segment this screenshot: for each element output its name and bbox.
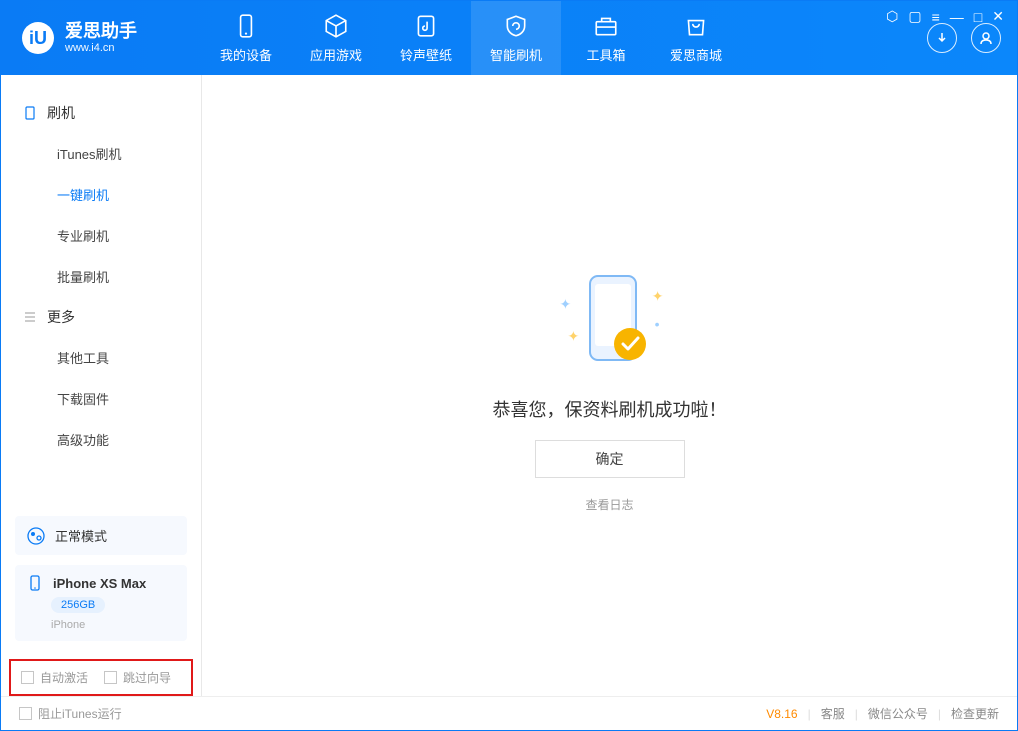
group-title: 更多	[47, 307, 75, 327]
svg-text:iU: iU	[29, 28, 47, 48]
sidebar-item-advanced[interactable]: 高级功能	[1, 419, 201, 460]
download-icon	[934, 30, 950, 46]
window-minimize-icon[interactable]: —	[950, 9, 964, 25]
window-skin-icon[interactable]: ▢	[908, 8, 921, 25]
app-url: www.i4.cn	[65, 42, 137, 54]
success-message: 恭喜您，保资料刷机成功啦！	[493, 396, 727, 422]
sidebar-item-other-tools[interactable]: 其他工具	[1, 337, 201, 378]
account-button[interactable]	[971, 23, 1001, 53]
sidebar-group-flash[interactable]: 刷机	[1, 93, 201, 133]
main-tabs: 我的设备 应用游戏 铃声壁纸 智能刷机 工具箱 爱思商城	[201, 1, 741, 75]
cube-icon	[323, 13, 349, 39]
window-close-icon[interactable]: ✕	[992, 8, 1004, 25]
user-icon	[978, 30, 994, 46]
app-logo-icon: iU	[21, 21, 55, 55]
checkbox-auto-activate[interactable]: 自动激活	[21, 669, 88, 686]
list-icon	[23, 310, 37, 324]
tab-ringtones-wallpapers[interactable]: 铃声壁纸	[381, 1, 471, 75]
version-label: V8.16	[766, 707, 797, 721]
download-manager-button[interactable]	[927, 23, 957, 53]
checkbox-skip-guide[interactable]: 跳过向导	[104, 669, 171, 686]
window-feedback-icon[interactable]: ⬡	[886, 8, 898, 25]
mode-box[interactable]: 正常模式	[15, 516, 187, 555]
device-type: iPhone	[51, 619, 175, 631]
device-icon	[233, 13, 259, 39]
options-highlight-box: 自动激活 跳过向导	[9, 659, 193, 696]
checkbox-icon	[21, 671, 34, 684]
tab-my-device[interactable]: 我的设备	[201, 1, 291, 75]
tab-smart-flash[interactable]: 智能刷机	[471, 1, 561, 75]
tab-label: 我的设备	[220, 45, 272, 64]
window-controls: ⬡ ▢ ≡ — □ ✕	[886, 8, 1004, 25]
toolbox-icon	[593, 13, 619, 39]
device-box[interactable]: iPhone XS Max 256GB iPhone	[15, 565, 187, 641]
sidebar-item-batch-flash[interactable]: 批量刷机	[1, 256, 201, 297]
group-title: 刷机	[47, 103, 75, 123]
checkbox-icon	[104, 671, 117, 684]
tab-label: 智能刷机	[490, 45, 542, 64]
window-menu-icon[interactable]: ≡	[932, 9, 940, 25]
ok-button[interactable]: 确定	[535, 440, 685, 478]
success-illustration: ✦ ✦ ✦ •	[550, 258, 670, 378]
sidebar: 刷机 iTunes刷机 一键刷机 专业刷机 批量刷机 更多 其他工具 下载固件 …	[1, 75, 202, 696]
view-log-link[interactable]: 查看日志	[585, 496, 633, 513]
sidebar-item-pro-flash[interactable]: 专业刷机	[1, 215, 201, 256]
sidebar-item-itunes-flash[interactable]: iTunes刷机	[1, 133, 201, 174]
checkbox-icon	[19, 707, 32, 720]
header: iU 爱思助手 www.i4.cn 我的设备 应用游戏 铃声壁纸 智能	[1, 1, 1017, 75]
header-right	[927, 23, 1017, 53]
device-capacity-badge: 256GB	[51, 597, 105, 613]
checkbox-block-itunes[interactable]: 阻止iTunes运行	[19, 705, 122, 722]
phone-icon	[23, 106, 37, 120]
status-bar: 阻止iTunes运行 V8.16 | 客服 | 微信公众号 | 检查更新	[1, 696, 1017, 730]
refresh-shield-icon	[503, 13, 529, 39]
checkbox-label: 阻止iTunes运行	[38, 705, 122, 722]
window-maximize-icon[interactable]: □	[974, 9, 982, 25]
tab-apps-games[interactable]: 应用游戏	[291, 1, 381, 75]
sidebar-item-oneclick-flash[interactable]: 一键刷机	[1, 174, 201, 215]
tab-store[interactable]: 爱思商城	[651, 1, 741, 75]
store-icon	[683, 13, 709, 39]
sidebar-item-download-firmware[interactable]: 下载固件	[1, 378, 201, 419]
device-phone-icon	[27, 575, 43, 591]
tab-label: 爱思商城	[670, 45, 722, 64]
logo: iU 爱思助手 www.i4.cn	[1, 21, 201, 55]
link-support[interactable]: 客服	[821, 705, 845, 722]
checkbox-label: 自动激活	[40, 669, 88, 686]
app-title: 爱思助手	[65, 22, 137, 42]
music-file-icon	[413, 13, 439, 39]
tab-toolbox[interactable]: 工具箱	[561, 1, 651, 75]
link-check-update[interactable]: 检查更新	[951, 705, 999, 722]
main-content: ✦ ✦ ✦ • 恭喜您，保资料刷机成功啦！ 确定 查看日志	[202, 75, 1017, 696]
tab-label: 应用游戏	[310, 45, 362, 64]
link-wechat[interactable]: 微信公众号	[868, 705, 928, 722]
sidebar-group-more[interactable]: 更多	[1, 297, 201, 337]
mode-normal-icon	[27, 527, 45, 545]
checkbox-label: 跳过向导	[123, 669, 171, 686]
tab-label: 工具箱	[586, 45, 625, 64]
device-name: iPhone XS Max	[53, 576, 146, 591]
tab-label: 铃声壁纸	[400, 45, 452, 64]
mode-label: 正常模式	[55, 526, 107, 545]
